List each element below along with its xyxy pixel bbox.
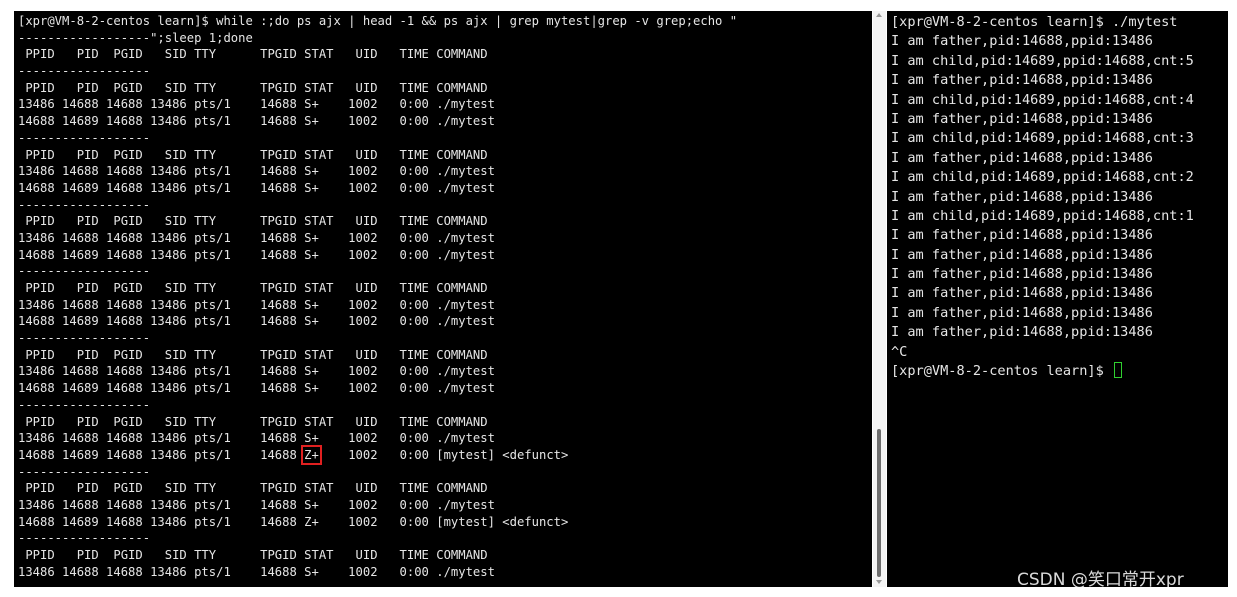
left-terminal-line: ------------------ (18, 130, 151, 145)
left-terminal-line: ------------------ (18, 331, 151, 346)
shell-prompt: [xpr@VM-8-2-centos learn]$ (891, 363, 1112, 380)
right-terminal-line: [xpr@VM-8-2-centos learn]$ ./mytest (891, 14, 1178, 30)
line-text-after-stat: 1002 0:00 [mytest] <defunct> (318, 447, 569, 462)
right-terminal-line: I am father,pid:14688,ppid:13486 (891, 33, 1153, 50)
right-terminal-line: I am father,pid:14688,ppid:13486 (891, 227, 1153, 244)
left-terminal-line: PPID PID PGID SID TTY TPGID STAT UID TIM… (18, 80, 488, 95)
right-terminal-line: I am child,pid:14689,ppid:14688,cnt:4 (891, 91, 1194, 108)
right-terminal-line: I am father,pid:14688,ppid:13486 (891, 285, 1153, 302)
left-terminal-line: PPID PID PGID SID TTY TPGID STAT UID TIM… (18, 548, 488, 562)
right-terminal-line: I am child,pid:14689,ppid:14688,cnt:1 (891, 207, 1194, 224)
left-terminal-line: 14688 14689 14688 13486 pts/1 14688 Z+ 1… (18, 444, 868, 465)
left-terminal-line: 13486 14688 14688 13486 pts/1 14688 S+ 1… (18, 364, 495, 379)
left-terminal-line: [xpr@VM-8-2-centos learn]$ while :;do ps… (18, 14, 738, 28)
left-terminal-line: ------------------ (18, 531, 151, 546)
line-text-before-stat: 14688 14689 14688 13486 pts/1 14688 (18, 447, 305, 462)
right-terminal-line: I am child,pid:14689,ppid:14688,cnt:3 (891, 130, 1194, 147)
left-terminal-line: 14688 14689 14688 13486 pts/1 14688 S+ 1… (18, 247, 495, 262)
left-terminal-line: PPID PID PGID SID TTY TPGID STAT UID TIM… (18, 414, 488, 429)
left-terminal-line: ------------------ (18, 64, 151, 79)
left-terminal-line: PPID PID PGID SID TTY TPGID STAT UID TIM… (18, 47, 488, 62)
vertical-scrollbar[interactable] (873, 11, 886, 587)
left-terminal-line: PPID PID PGID SID TTY TPGID STAT UID TIM… (18, 347, 488, 362)
right-terminal-line: I am father,pid:14688,ppid:13486 (891, 149, 1153, 166)
left-terminal-line: 14688 14689 14688 13486 pts/1 14688 S+ 1… (18, 114, 495, 129)
left-terminal[interactable]: [xpr@VM-8-2-centos learn]$ while :;do ps… (14, 11, 872, 587)
left-terminal-line: 13486 14688 14688 13486 pts/1 14688 S+ 1… (18, 431, 495, 446)
right-terminal-line: I am father,pid:14688,ppid:13486 (891, 324, 1153, 341)
scroll-up-arrow-icon[interactable] (876, 13, 882, 17)
shell-prompt-line[interactable]: [xpr@VM-8-2-centos learn]$ (891, 362, 1224, 381)
left-terminal-line: ------------------ (18, 397, 151, 412)
right-terminal[interactable]: [xpr@VM-8-2-centos learn]$ ./mytest I am … (887, 11, 1228, 587)
zombie-stat-highlight-box: Z+ (301, 444, 322, 465)
right-terminal-line: I am father,pid:14688,ppid:13486 (891, 188, 1153, 205)
left-terminal-line: ------------------ (18, 197, 151, 212)
right-terminal-line: I am father,pid:14688,ppid:13486 (891, 246, 1153, 263)
right-terminal-line: ^C (891, 343, 908, 360)
left-terminal-line: 13486 14688 14688 13486 pts/1 14688 S+ 1… (18, 97, 495, 112)
right-terminal-line: I am child,pid:14689,ppid:14688,cnt:5 (891, 52, 1194, 69)
right-terminal-line: I am father,pid:14688,ppid:13486 (891, 110, 1153, 127)
right-terminal-line: I am father,pid:14688,ppid:13486 (891, 304, 1153, 321)
right-terminal-line: I am father,pid:14688,ppid:13486 (891, 72, 1153, 89)
left-terminal-line: 13486 14688 14688 13486 pts/1 14688 S+ 1… (18, 164, 495, 179)
left-terminal-line: 14688 14689 14688 13486 pts/1 14688 S+ 1… (18, 381, 495, 396)
left-terminal-line: 13486 14688 14688 13486 pts/1 14688 S+ 1… (18, 297, 495, 312)
left-terminal-line: PPID PID PGID SID TTY TPGID STAT UID TIM… (18, 147, 488, 162)
left-terminal-line: 13486 14688 14688 13486 pts/1 14688 S+ 1… (18, 230, 495, 245)
left-terminal-line: ------------------ (18, 464, 151, 479)
left-terminal-line: 13486 14688 14688 13486 pts/1 14688 S+ 1… (18, 497, 495, 512)
scroll-down-arrow-icon[interactable] (876, 580, 882, 584)
left-terminal-line: 14688 14689 14688 13486 pts/1 14688 S+ 1… (18, 314, 495, 329)
left-terminal-line: PPID PID PGID SID TTY TPGID STAT UID TIM… (18, 214, 488, 229)
text-cursor-icon (1113, 362, 1122, 379)
csdn-watermark: CSDN @笑口常开xpr (1017, 570, 1184, 590)
left-terminal-line: PPID PID PGID SID TTY TPGID STAT UID TIM… (18, 281, 488, 295)
left-terminal-line: ------------------ (18, 264, 151, 279)
left-terminal-line: ------------------";sleep 1;done (18, 30, 253, 45)
scrollbar-thumb[interactable] (877, 429, 881, 577)
left-terminal-line: PPID PID PGID SID TTY TPGID STAT UID TIM… (18, 481, 488, 496)
left-terminal-line: 13486 14688 14688 13486 pts/1 14688 S+ 1… (18, 564, 495, 579)
left-terminal-line: 14688 14689 14688 13486 pts/1 14688 S+ 1… (18, 180, 495, 195)
right-terminal-line: I am child,pid:14689,ppid:14688,cnt:2 (891, 169, 1194, 186)
left-terminal-line: 14688 14689 14688 13486 pts/1 14688 Z+ 1… (18, 514, 569, 529)
right-terminal-line: I am father,pid:14688,ppid:13486 (891, 266, 1153, 283)
